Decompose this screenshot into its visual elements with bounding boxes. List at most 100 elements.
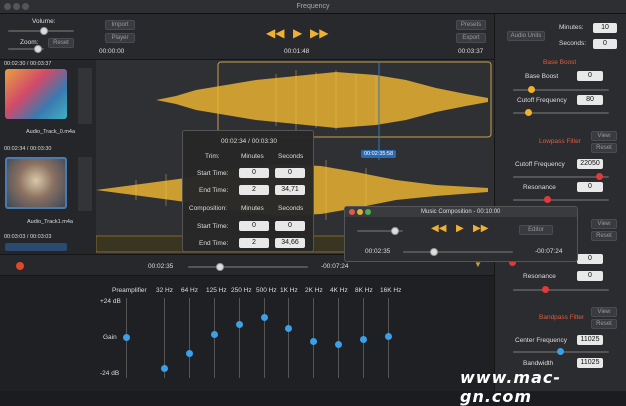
- trim-start-minutes[interactable]: 0: [239, 168, 269, 178]
- fast-forward-icon[interactable]: ▶▶: [473, 223, 488, 234]
- lowpass-cutoff-field[interactable]: 22050: [577, 159, 603, 169]
- eq-band-label: 8K Hz: [355, 287, 373, 294]
- audio-units-button[interactable]: Audio Units: [507, 31, 545, 41]
- current-time: 00:02:35: [148, 263, 174, 270]
- track-time: 00:02:34 / 00:03:30: [4, 146, 52, 152]
- rewind-icon[interactable]: ◀◀: [431, 223, 446, 234]
- position-slider[interactable]: [188, 266, 308, 268]
- composition-volume-knob[interactable]: [391, 227, 399, 235]
- eq-band-track[interactable]: [214, 298, 215, 378]
- seconds-field[interactable]: 0: [593, 39, 617, 49]
- player-button[interactable]: Player: [105, 33, 135, 43]
- track-scroller[interactable]: [78, 157, 92, 211]
- bandpass-bandwidth-field[interactable]: 11025: [577, 358, 603, 368]
- composition-position-knob[interactable]: [430, 248, 438, 256]
- lowpass-view-button[interactable]: View: [591, 131, 617, 141]
- composition-start-minutes[interactable]: 0: [239, 221, 269, 231]
- track-scroller[interactable]: [78, 68, 92, 124]
- zoom-window-button[interactable]: [365, 209, 371, 215]
- eq-band-knob[interactable]: [236, 321, 243, 328]
- lowpass-resonance-field[interactable]: 0: [577, 182, 603, 192]
- composition-current-time: 00:02:35: [365, 248, 391, 255]
- minutes-field[interactable]: 10: [593, 23, 617, 33]
- eq-band-knob[interactable]: [161, 365, 168, 372]
- bandpass-center-field[interactable]: 11025: [577, 335, 603, 345]
- track-name[interactable]: Audio_Track_0.m4a: [26, 129, 75, 135]
- album-art-thumbnail[interactable]: [5, 157, 67, 209]
- minimize-window-button[interactable]: [357, 209, 363, 215]
- lowpass-reset-button[interactable]: Reset: [591, 143, 617, 153]
- eq-band-knob[interactable]: [335, 341, 342, 348]
- trim-end-seconds[interactable]: 34,71: [275, 185, 305, 195]
- album-art-thumbnail[interactable]: [5, 243, 67, 251]
- eq-band-track[interactable]: [288, 298, 289, 378]
- bass-cutoff-field[interactable]: 80: [577, 95, 603, 105]
- play-icon[interactable]: ▶: [456, 223, 464, 234]
- composition-end-minutes[interactable]: 2: [239, 238, 269, 248]
- track-name[interactable]: Audio_Track1.m4a: [27, 219, 73, 225]
- eq-band-track[interactable]: [338, 298, 339, 378]
- composition-start-label: Start Time:: [197, 223, 229, 230]
- editor-button[interactable]: Editor: [519, 225, 553, 235]
- bass-cutoff-knob[interactable]: [525, 109, 532, 116]
- trim-end-label: End Time:: [199, 187, 229, 194]
- bandpass-center-label: Center Frequency: [515, 337, 568, 344]
- lowpass-resonance-slider[interactable]: [513, 199, 609, 201]
- eq-band-track[interactable]: [189, 298, 190, 378]
- eq-band-knob[interactable]: [261, 314, 268, 321]
- trim-start-seconds[interactable]: 0: [275, 168, 305, 178]
- highpass-cutoff-field[interactable]: 0: [577, 254, 603, 264]
- rewind-icon[interactable]: ◀◀: [266, 26, 284, 40]
- album-art-thumbnail[interactable]: [5, 69, 67, 119]
- preamp-knob[interactable]: [123, 334, 130, 341]
- eq-band-label: 125 Hz: [206, 287, 227, 294]
- composition-end-seconds[interactable]: 34,66: [275, 238, 305, 248]
- bandpass-reset-button[interactable]: Reset: [591, 319, 617, 329]
- popup-header: 00:02:34 / 00:03:30: [221, 138, 278, 145]
- eq-band-knob[interactable]: [360, 336, 367, 343]
- eq-band-track[interactable]: [264, 298, 265, 378]
- composition-title: Music Composition - 00:10:00: [421, 209, 501, 215]
- eq-band-label: 500 Hz: [256, 287, 277, 294]
- composition-start-seconds[interactable]: 0: [275, 221, 305, 231]
- bass-cutoff-label: Cutoff Frequency: [517, 97, 567, 104]
- eq-band-track[interactable]: [239, 298, 240, 378]
- eq-band-knob[interactable]: [285, 325, 292, 332]
- lowpass-cutoff-knob[interactable]: [596, 173, 603, 180]
- composition-remaining-time: -00:07:24: [535, 248, 563, 255]
- highpass-resonance-knob[interactable]: [542, 286, 549, 293]
- bandpass-center-knob[interactable]: [557, 348, 564, 355]
- timeline-end: 00:03:37: [458, 48, 484, 55]
- playhead-marker[interactable]: 00:02:35:58: [361, 150, 397, 158]
- highpass-resonance-field[interactable]: 0: [577, 271, 603, 281]
- lowpass-cutoff-slider[interactable]: [513, 176, 609, 178]
- position-knob[interactable]: [216, 263, 224, 271]
- close-window-button[interactable]: [349, 209, 355, 215]
- eq-band-knob[interactable]: [385, 333, 392, 340]
- trim-end-minutes[interactable]: 2: [239, 185, 269, 195]
- import-button[interactable]: Import: [105, 20, 135, 30]
- lowpass-resonance-label: Resonance: [523, 184, 556, 191]
- bass-boost-knob[interactable]: [528, 86, 535, 93]
- eq-band-label: 250 Hz: [231, 287, 252, 294]
- record-button[interactable]: [16, 262, 24, 270]
- eq-bottom-db: -24 dB: [100, 370, 120, 377]
- highpass-resonance-slider[interactable]: [513, 289, 609, 291]
- zoom-knob[interactable]: [34, 45, 42, 53]
- zoom-reset-button[interactable]: Reset: [48, 38, 74, 48]
- highpass-reset-button[interactable]: Reset: [591, 231, 617, 241]
- eq-band-knob[interactable]: [310, 338, 317, 345]
- highpass-view-button[interactable]: View: [591, 219, 617, 229]
- composition-position-slider[interactable]: [403, 251, 513, 253]
- export-button[interactable]: Export: [456, 33, 486, 43]
- eq-band-knob[interactable]: [211, 331, 218, 338]
- bass-boost-field[interactable]: 0: [577, 71, 603, 81]
- volume-knob[interactable]: [40, 27, 48, 35]
- presets-button[interactable]: Presets: [456, 20, 486, 30]
- bandpass-view-button[interactable]: View: [591, 307, 617, 317]
- track-list: 00:02:30 / 00:03:37 Audio_Track_0.m4a 00…: [0, 60, 96, 254]
- play-icon[interactable]: ▶: [293, 26, 302, 40]
- lowpass-resonance-knob[interactable]: [544, 196, 551, 203]
- fast-forward-icon[interactable]: ▶▶: [310, 26, 328, 40]
- eq-band-knob[interactable]: [186, 350, 193, 357]
